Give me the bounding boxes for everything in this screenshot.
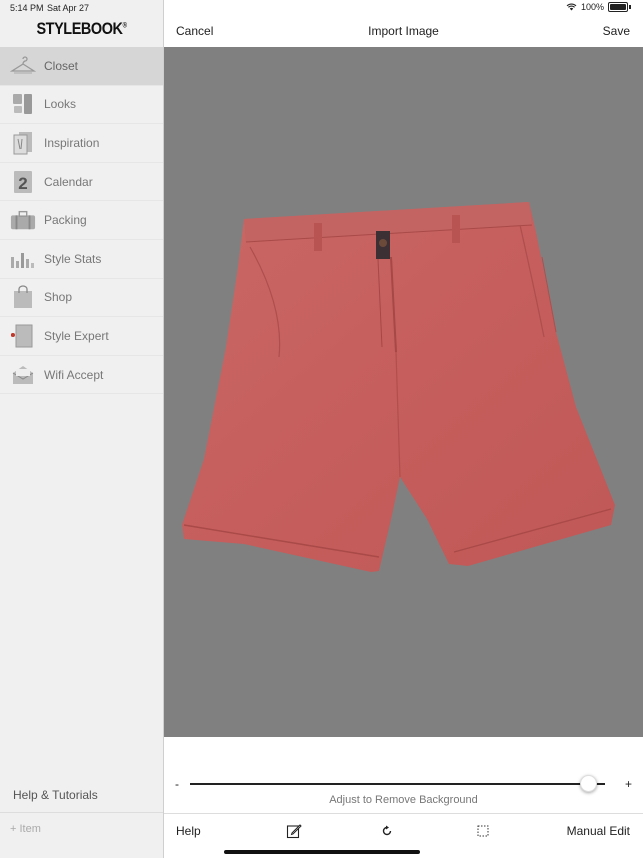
sidebar-item-label: Inspiration (44, 135, 100, 150)
slider-caption: Adjust to Remove Background (329, 794, 478, 806)
divider (0, 812, 163, 813)
sidebar-item-label: Calendar (44, 174, 93, 189)
envelope-icon (10, 363, 36, 387)
inspiration-icon (10, 131, 36, 155)
shorts-image (182, 202, 615, 572)
slider-thumb[interactable] (579, 775, 597, 792)
sidebar: STYLEBOOK® Closet Looks Inspiration 2 Ca… (0, 0, 164, 858)
image-canvas[interactable] (164, 47, 643, 737)
status-time: 5:14 PM (10, 3, 44, 13)
app-logo: STYLEBOOK® (36, 19, 127, 38)
edit-icon[interactable] (285, 822, 303, 840)
sidebar-item-inspiration[interactable]: Inspiration (0, 124, 163, 163)
sidebar-item-label: Style Stats (44, 251, 102, 266)
sidebar-item-label: Looks (44, 97, 77, 112)
sidebar-item-label: Shop (44, 290, 73, 305)
sidebar-nav: Closet Looks Inspiration 2 Calendar Pack… (0, 47, 163, 395)
sidebar-item-label: Style Expert (44, 328, 109, 343)
sidebar-item-label: Closet (44, 58, 79, 73)
rotate-icon[interactable] (378, 822, 396, 840)
book-icon (10, 324, 36, 348)
slider-min-label: - (175, 777, 179, 791)
navigation-bar: Import Image Cancel Save (164, 16, 643, 47)
sidebar-item-style-stats[interactable]: Style Stats (0, 240, 163, 279)
shopping-bag-icon (10, 285, 36, 309)
help-tutorials-link[interactable]: Help & Tutorials (13, 788, 98, 802)
help-button[interactable]: Help (176, 824, 201, 838)
sidebar-item-shop[interactable]: Shop (0, 279, 163, 318)
sidebar-item-label: Wifi Accept (44, 367, 104, 382)
sidebar-item-looks[interactable]: Looks (0, 86, 163, 125)
background-slider-panel: - + Adjust to Remove Background (164, 737, 643, 813)
sidebar-item-calendar[interactable]: 2 Calendar (0, 163, 163, 202)
manual-edit-button[interactable]: Manual Edit (567, 824, 630, 838)
suitcase-icon (10, 208, 36, 232)
crop-selection-icon[interactable] (474, 822, 492, 840)
sidebar-item-style-expert[interactable]: Style Expert (0, 317, 163, 356)
background-slider[interactable] (190, 775, 605, 792)
bar-chart-icon (10, 247, 36, 271)
battery-percent: 100% (580, 2, 604, 12)
slider-max-label: + (624, 777, 632, 791)
looks-icon (10, 92, 36, 116)
sidebar-item-closet[interactable]: Closet (0, 47, 163, 86)
hanger-icon (10, 54, 36, 78)
page-title: Import Image (368, 24, 439, 38)
sidebar-item-packing[interactable]: Packing (0, 201, 163, 240)
calendar-icon: 2 (10, 170, 36, 194)
save-button[interactable]: Save (603, 24, 630, 38)
status-bar: 5:14 PM Sat Apr 27 100% (0, 0, 643, 16)
cancel-button[interactable]: Cancel (176, 24, 213, 38)
sidebar-item-label: Packing (44, 213, 87, 228)
add-item-button[interactable]: + Item (10, 823, 41, 835)
wifi-icon (566, 3, 577, 11)
battery-icon (608, 2, 628, 12)
sidebar-item-wifi-accept[interactable]: Wifi Accept (0, 356, 163, 395)
svg-text:2: 2 (18, 174, 27, 193)
status-date: Sat Apr 27 (47, 3, 90, 13)
status-right: 100% (566, 2, 631, 12)
home-indicator (224, 850, 420, 854)
